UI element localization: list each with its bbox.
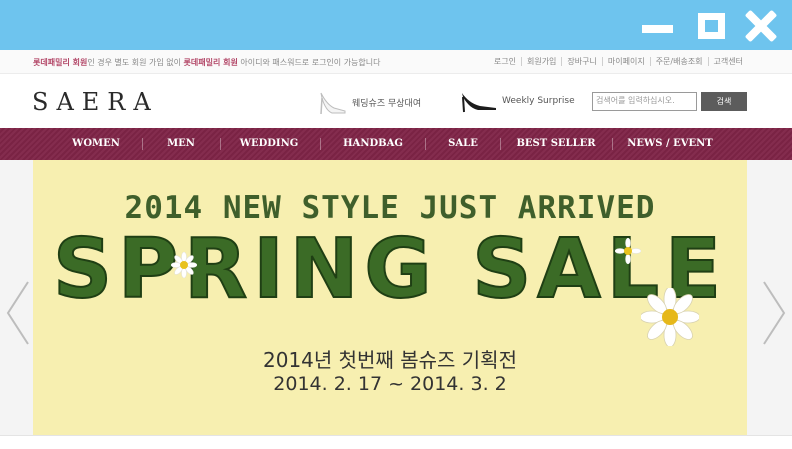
window-title-bar — [0, 0, 792, 50]
nav-sale[interactable]: SALE — [448, 128, 478, 160]
hero-banner[interactable]: 2014 NEW STYLE JUST ARRIVED SPRING SALE … — [33, 160, 747, 435]
login-notice: 롯데패밀리 회원인 경우 별도 회원 가입 없이 롯데패밀리 회원 아이디와 패… — [33, 57, 381, 68]
chevron-right-icon[interactable] — [760, 278, 788, 348]
link-order-tracking[interactable]: 주문/배송조회 — [649, 57, 708, 66]
daisy-icon — [615, 238, 641, 264]
link-mypage[interactable]: 마이페이지 — [601, 57, 650, 66]
site-logo[interactable]: SAERA — [32, 88, 159, 116]
large-daisy-icon — [641, 288, 699, 346]
nav-best-seller[interactable]: BEST SELLER — [516, 128, 595, 160]
notice-highlight-2: 롯데패밀리 회원 — [183, 58, 238, 67]
nav-divider — [500, 138, 501, 150]
minimize-icon[interactable] — [640, 10, 674, 42]
nav-divider — [612, 138, 613, 150]
link-customer-center[interactable]: 고객센터 — [707, 57, 748, 66]
banner-subtitle: 2014년 첫번째 봄슈즈 기획전 — [263, 348, 517, 372]
content-bottom-edge — [0, 435, 792, 449]
nav-divider — [425, 138, 426, 150]
daisy-icon — [171, 252, 197, 278]
promo-wedding-shoes[interactable]: 웨딩슈즈 무상대여 — [318, 89, 421, 115]
nav-men[interactable]: MEN — [167, 128, 195, 160]
banner-sale-title: SPRING SALE — [52, 221, 728, 318]
promo-weekly-label: Weekly Surprise — [502, 96, 575, 106]
nav-divider — [220, 138, 221, 150]
main-nav: WOMEN MEN WEDDING HANDBAG SALE BEST SELL… — [0, 128, 792, 160]
wedding-shoe-icon — [320, 92, 346, 115]
maximize-icon[interactable] — [694, 10, 728, 42]
search-input[interactable]: 검색어를 입력하십시오. — [592, 92, 697, 111]
search-button[interactable]: 검색 — [701, 92, 747, 111]
nav-handbag[interactable]: HANDBAG — [343, 128, 403, 160]
nav-news-event[interactable]: NEWS / EVENT — [627, 128, 712, 160]
notice-text: 인 경우 별도 회원 가입 없이 — [87, 58, 184, 67]
site-header: SAERA 웨딩슈즈 무상대여 Weekly Surprise 검색어를 입력하… — [0, 75, 792, 128]
nav-wedding[interactable]: WEDDING — [240, 128, 299, 160]
nav-women[interactable]: WOMEN — [72, 128, 120, 160]
chevron-left-icon[interactable] — [4, 278, 32, 348]
notice-text-end: 아이디와 패스워드로 로그인이 가능합니다 — [237, 58, 381, 67]
notice-highlight: 롯데패밀리 회원 — [33, 58, 88, 67]
link-cart[interactable]: 장바구니 — [561, 57, 601, 66]
banner-headline: 2014 NEW STYLE JUST ARRIVED — [124, 190, 656, 226]
black-heel-icon — [462, 93, 496, 113]
nav-divider — [320, 138, 321, 150]
util-links: 로그인 회원가입 장바구니 마이페이지 주문/배송조회 고객센터 — [489, 57, 748, 66]
promo-wedding-label: 웨딩슈즈 무상대여 — [352, 98, 422, 109]
utility-bar: 롯데패밀리 회원인 경우 별도 회원 가입 없이 롯데패밀리 회원 아이디와 패… — [0, 50, 792, 74]
nav-divider — [142, 138, 143, 150]
link-login[interactable]: 로그인 — [489, 57, 521, 66]
promo-weekly-surprise[interactable]: Weekly Surprise — [460, 89, 575, 113]
link-join[interactable]: 회원가입 — [520, 57, 561, 66]
banner-dates: 2014. 2. 17 ~ 2014. 3. 2 — [273, 373, 507, 395]
close-icon[interactable] — [743, 9, 778, 43]
